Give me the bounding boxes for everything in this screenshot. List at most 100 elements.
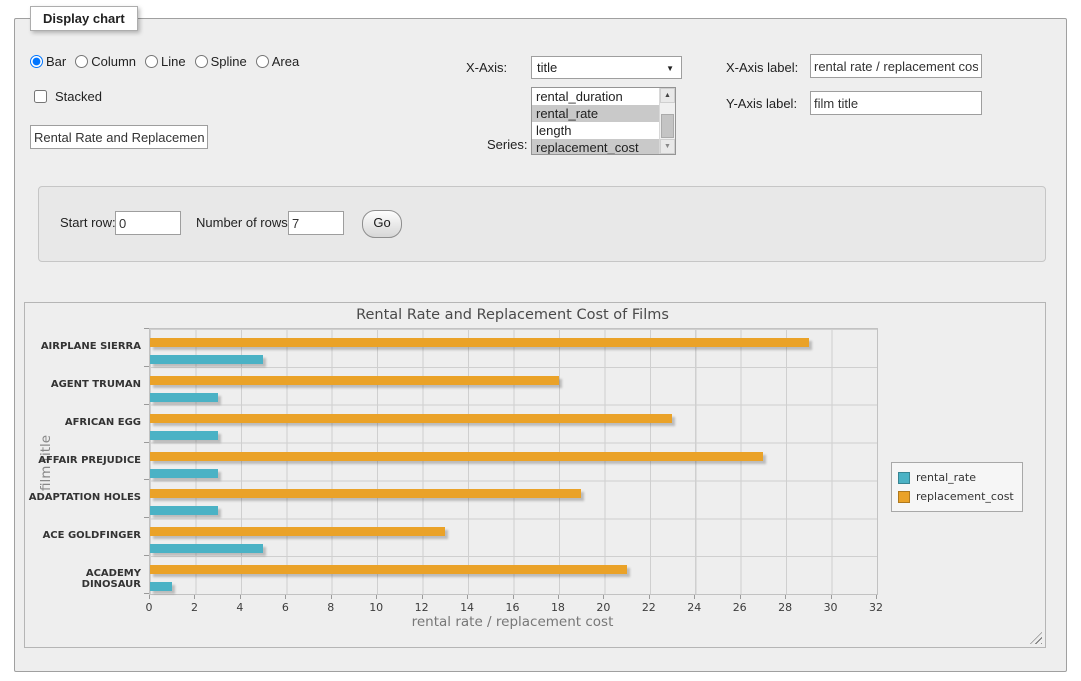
series-option-replacement_cost[interactable]: replacement_cost xyxy=(532,139,660,155)
series-option-rental_rate[interactable]: rental_rate xyxy=(532,105,660,122)
chart-container: Rental Rate and Replacement Cost of Film… xyxy=(24,302,1046,648)
x-axis-tick xyxy=(740,595,741,599)
bar-replacement_cost xyxy=(150,489,581,498)
x-axis-tick xyxy=(240,595,241,599)
y-axis-tick xyxy=(144,593,149,594)
resize-handle-icon[interactable] xyxy=(1030,632,1042,644)
x-tick-label: 14 xyxy=(452,601,482,614)
x-axis-label-input[interactable] xyxy=(810,54,982,78)
chart-type-label: Line xyxy=(161,54,186,69)
start-row-label: Start row: xyxy=(60,211,116,235)
bar-replacement_cost xyxy=(150,338,809,347)
chart-title: Rental Rate and Replacement Cost of Film… xyxy=(149,307,876,323)
chart-type-radio-spline[interactable] xyxy=(195,55,208,68)
bar-replacement_cost xyxy=(150,414,672,423)
chart-type-radio-line[interactable] xyxy=(145,55,158,68)
plot-area xyxy=(149,328,878,595)
x-tick-label: 16 xyxy=(498,601,528,614)
x-tick-label: 6 xyxy=(270,601,300,614)
x-tick-label: 12 xyxy=(407,601,437,614)
bar-rental_rate xyxy=(150,582,172,591)
y-axis-label-input[interactable] xyxy=(810,91,982,115)
series-list-label: Series: xyxy=(487,133,527,157)
bar-rental_rate xyxy=(150,544,263,553)
chart-type-label: Area xyxy=(272,54,299,69)
chart-type-label: Column xyxy=(91,54,136,69)
x-tick-label: 20 xyxy=(588,601,618,614)
chart-type-radio-area[interactable] xyxy=(256,55,269,68)
x-tick-label: 32 xyxy=(861,601,891,614)
legend-label: rental_rate xyxy=(916,471,976,484)
x-axis-tick xyxy=(285,595,286,599)
series-option-length[interactable]: length xyxy=(532,122,660,139)
select-dropdown-arrow-icon: ▼ xyxy=(666,64,674,73)
x-tick-label: 0 xyxy=(134,601,164,614)
legend-label: replacement_cost xyxy=(916,490,1014,503)
scroll-up-icon[interactable]: ▲ xyxy=(660,88,675,103)
x-axis-selected-value: title xyxy=(537,60,557,75)
y-axis-tick xyxy=(144,404,149,405)
number-of-rows-input[interactable] xyxy=(288,211,344,235)
fieldset-legend: Display chart xyxy=(30,6,138,31)
x-axis-tick xyxy=(694,595,695,599)
chart-type-label: Bar xyxy=(46,54,66,69)
x-axis-tick xyxy=(331,595,332,599)
legend-entry: rental_rate xyxy=(898,468,1014,487)
x-axis-tick xyxy=(513,595,514,599)
x-axis-tick xyxy=(649,595,650,599)
x-axis-title: rental rate / replacement cost xyxy=(149,614,876,630)
x-axis-label-label: X-Axis label: xyxy=(726,56,798,80)
stacked-checkbox[interactable] xyxy=(34,90,47,103)
bar-rental_rate xyxy=(150,431,218,440)
chart-legend: rental_rate replacement_cost xyxy=(891,462,1023,512)
bar-rental_rate xyxy=(150,469,218,478)
legend-entry: replacement_cost xyxy=(898,487,1014,506)
y-axis-tick xyxy=(144,328,149,329)
x-axis-tick xyxy=(603,595,604,599)
chart-title-input[interactable] xyxy=(30,125,208,149)
category-label: AIRPLANE SIERRA xyxy=(25,341,141,352)
chart-type-label: Spline xyxy=(211,54,247,69)
x-tick-label: 8 xyxy=(316,601,346,614)
y-axis-tick xyxy=(144,442,149,443)
x-axis-tick xyxy=(831,595,832,599)
stacked-label: Stacked xyxy=(55,89,102,104)
x-tick-label: 2 xyxy=(179,601,209,614)
x-tick-label: 24 xyxy=(679,601,709,614)
page: Display chart Bar Column Line Spline Area St… xyxy=(0,0,1081,681)
chart-type-radio-column[interactable] xyxy=(75,55,88,68)
legend-swatch-icon xyxy=(898,472,910,484)
bar-replacement_cost xyxy=(150,452,763,461)
category-label: ADAPTATION HOLES xyxy=(25,492,141,503)
x-tick-label: 28 xyxy=(770,601,800,614)
x-axis-tick xyxy=(376,595,377,599)
bar-rental_rate xyxy=(150,506,218,515)
go-button[interactable]: Go xyxy=(362,210,402,238)
x-axis-tick xyxy=(785,595,786,599)
x-tick-label: 30 xyxy=(816,601,846,614)
y-axis-tick xyxy=(144,517,149,518)
bar-replacement_cost xyxy=(150,527,445,536)
start-row-input[interactable] xyxy=(115,211,181,235)
y-axis-label-label: Y-Axis label: xyxy=(726,92,797,116)
x-axis-tick xyxy=(422,595,423,599)
chart-type-radio-bar[interactable] xyxy=(30,55,43,68)
bar-rental_rate xyxy=(150,393,218,402)
category-label: ACE GOLDFINGER xyxy=(25,530,141,541)
x-tick-label: 26 xyxy=(725,601,755,614)
x-tick-label: 18 xyxy=(543,601,573,614)
scroll-down-icon[interactable]: ▼ xyxy=(660,139,675,154)
x-axis-tick xyxy=(876,595,877,599)
category-label: AFFAIR PREJUDICE xyxy=(25,455,141,466)
x-axis-tick xyxy=(558,595,559,599)
row-range-panel xyxy=(38,186,1046,262)
x-axis-select[interactable]: title ▼ xyxy=(531,56,682,79)
series-list-scrollbar[interactable]: ▲ ▼ xyxy=(659,88,675,154)
scrollbar-thumb[interactable] xyxy=(661,114,674,138)
bar-replacement_cost xyxy=(150,376,559,385)
x-tick-label: 10 xyxy=(361,601,391,614)
number-of-rows-label: Number of rows: xyxy=(196,211,291,235)
x-axis-tick xyxy=(149,595,150,599)
series-option-rental_duration[interactable]: rental_duration xyxy=(532,88,660,105)
y-axis-tick xyxy=(144,366,149,367)
